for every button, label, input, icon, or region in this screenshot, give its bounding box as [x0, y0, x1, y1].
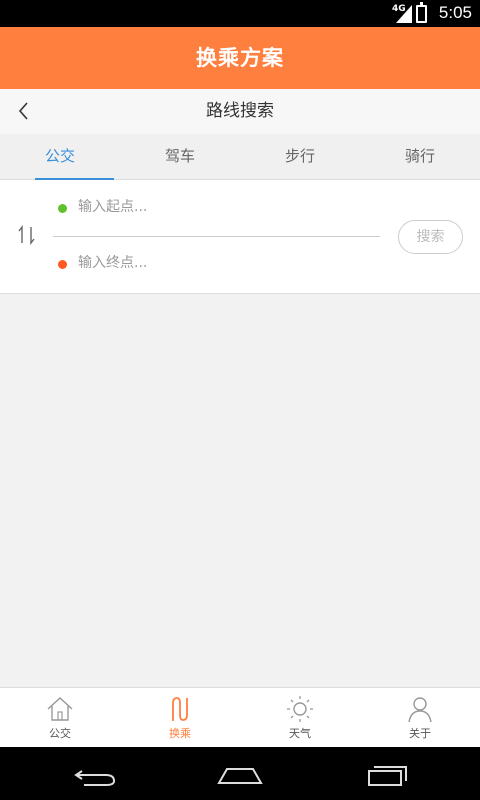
nav-item-label: 天气 — [289, 727, 311, 740]
tab-bus[interactable]: 公交 — [0, 134, 120, 181]
clock: 5:05 — [438, 3, 472, 22]
nav-item-bus[interactable]: 公交 — [0, 688, 120, 747]
start-dot — [58, 204, 67, 213]
divider — [53, 236, 380, 237]
mode-tabs: 公交 驾车 步行 骑行 — [0, 134, 480, 181]
route-panel: 搜索 — [0, 180, 480, 294]
bottom-nav: 公交 换乘 天气 关于 — [0, 687, 480, 747]
home-icon — [47, 697, 73, 721]
nav-item-about[interactable]: 关于 — [360, 688, 480, 747]
home-icon[interactable] — [215, 759, 265, 789]
status-bar: 4G 5:05 — [0, 0, 480, 27]
end-input[interactable] — [78, 252, 378, 274]
app-bar: 换乘方案 — [0, 27, 480, 89]
transfer-icon — [172, 697, 188, 721]
sun-icon — [287, 696, 313, 722]
nav-item-transfer[interactable]: 换乘 — [120, 688, 240, 747]
battery-icon — [416, 2, 427, 23]
nav-item-label: 关于 — [409, 727, 431, 740]
tab-cycle[interactable]: 骑行 — [360, 134, 480, 179]
nav-item-weather[interactable]: 天气 — [240, 688, 360, 747]
search-button[interactable]: 搜索 — [398, 220, 463, 254]
nav-item-label: 公交 — [49, 727, 71, 740]
nav-item-label: 换乘 — [169, 727, 191, 740]
swap-arrows-icon[interactable] — [17, 223, 39, 247]
end-dot — [58, 260, 67, 269]
signal-icon — [396, 5, 412, 23]
sub-header-title: 路线搜索 — [206, 101, 274, 121]
tab-drive[interactable]: 驾车 — [120, 134, 240, 179]
sub-header: 路线搜索 — [0, 89, 480, 134]
person-icon — [408, 697, 432, 723]
tab-walk[interactable]: 步行 — [240, 134, 360, 179]
recents-icon[interactable] — [363, 759, 413, 789]
page-title: 换乘方案 — [196, 46, 284, 70]
back-icon[interactable] — [70, 759, 120, 789]
system-nav-bar — [0, 747, 480, 800]
start-input[interactable] — [78, 196, 378, 218]
